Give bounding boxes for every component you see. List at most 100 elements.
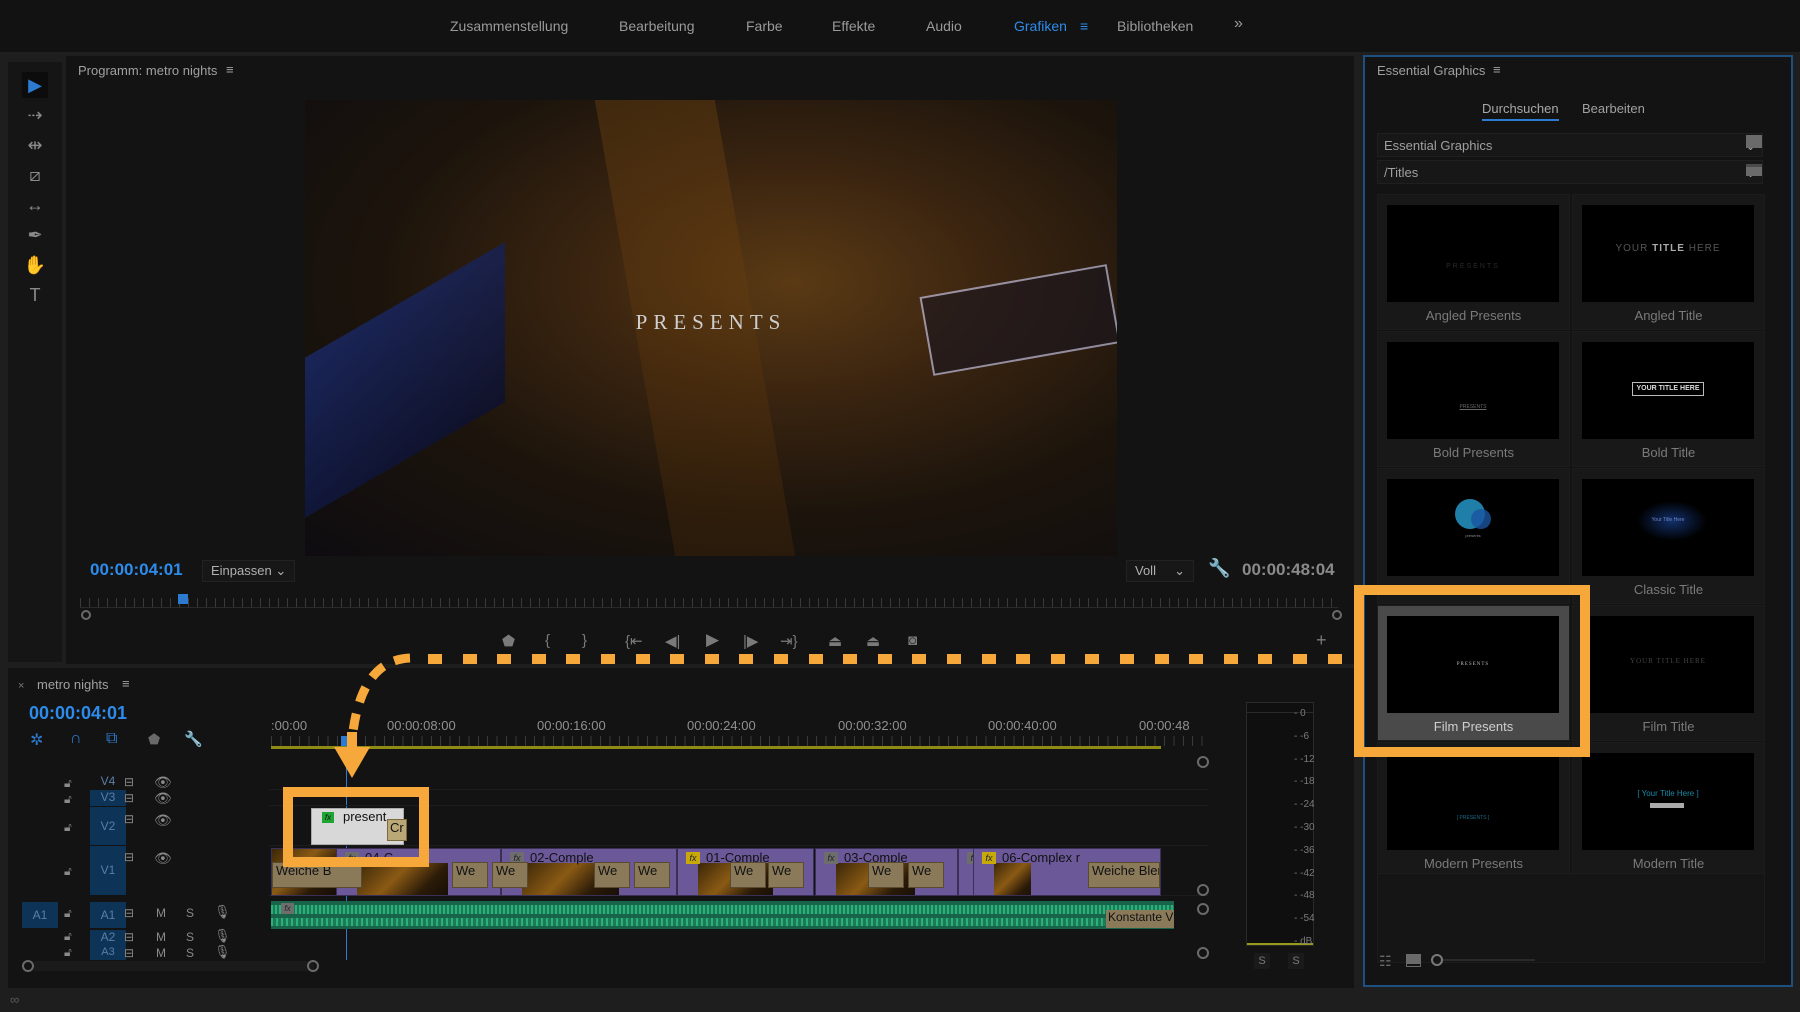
mute-button[interactable]: M xyxy=(156,946,166,960)
add-button-icon[interactable]: + xyxy=(1316,630,1327,651)
sync-lock-icon[interactable]: ⊟ xyxy=(124,850,134,864)
mark-out-icon[interactable]: } xyxy=(582,632,587,649)
add-marker-icon[interactable]: ⬟ xyxy=(502,632,515,650)
grid-view-icon[interactable] xyxy=(1406,954,1421,967)
template-card-modern-presents[interactable]: [ PRESENTS ] Modern Presents xyxy=(1377,742,1570,878)
solo-right-button[interactable]: S xyxy=(1288,953,1304,969)
selection-tool-icon[interactable]: ▶ xyxy=(22,72,48,98)
microphone-icon[interactable]: 🎙︎ xyxy=(214,928,231,944)
transition-dissolve[interactable]: We xyxy=(730,862,766,888)
zoom-handle-right[interactable] xyxy=(1332,610,1342,620)
step-forward-icon[interactable]: |▶ xyxy=(743,632,758,650)
close-icon[interactable]: × xyxy=(18,680,24,692)
source-patch-a1[interactable]: A1 xyxy=(22,902,58,928)
template-card-angled-title[interactable]: YOUR TITLE HERE Angled Title xyxy=(1572,194,1765,330)
track-a2-label[interactable]: A2 xyxy=(90,930,126,946)
program-time-ruler[interactable] xyxy=(80,598,1338,608)
pen-tool-icon[interactable]: ✒ xyxy=(22,222,48,248)
timeline-horizontal-scrollbar[interactable] xyxy=(34,961,314,971)
linked-selection-icon[interactable]: ⧉ xyxy=(106,730,117,748)
mute-button[interactable]: M xyxy=(156,906,166,920)
solo-button[interactable]: S xyxy=(186,946,194,960)
transition-dissolve[interactable]: We xyxy=(634,862,670,888)
extract-icon[interactable]: ⏏ xyxy=(866,632,880,650)
lock-icon[interactable]: 🔓︎ xyxy=(64,864,72,879)
lock-icon[interactable]: 🔓︎ xyxy=(64,929,72,944)
sync-lock-icon[interactable]: ⊟ xyxy=(124,906,134,920)
program-timecode-current[interactable]: 00:00:04:01 xyxy=(90,560,183,580)
eye-icon[interactable]: 👁︎ xyxy=(154,790,172,807)
workspace-tab-bearbeitung[interactable]: Bearbeitung xyxy=(619,18,695,34)
track-select-tool-icon[interactable]: ⇢ xyxy=(22,102,48,128)
timeline-timecode[interactable]: 00:00:04:01 xyxy=(29,703,127,724)
panel-menu-icon[interactable]: ≡ xyxy=(1493,62,1501,77)
template-card-angled-presents[interactable]: PRESENTS Angled Presents xyxy=(1377,194,1570,330)
sync-lock-icon[interactable]: ⊟ xyxy=(124,812,134,826)
eye-icon[interactable]: 👁︎ xyxy=(154,850,172,867)
sequence-tab[interactable]: metro nights xyxy=(37,677,109,692)
lock-icon[interactable]: 🔓︎ xyxy=(64,776,72,791)
template-card-bold-title[interactable]: YOUR TITLE HERE Bold Title xyxy=(1572,331,1765,467)
folder-icon[interactable] xyxy=(1746,164,1762,176)
zoom-handle-left[interactable] xyxy=(81,610,91,620)
track-a1-label[interactable]: A1 xyxy=(90,902,126,928)
slip-tool-icon[interactable]: ↔ xyxy=(22,192,48,218)
solo-left-button[interactable]: S xyxy=(1254,953,1270,969)
workspace-tab-zusammenstellung[interactable]: Zusammenstellung xyxy=(450,18,568,34)
track-v3-label[interactable]: V3 xyxy=(90,790,126,806)
hand-tool-icon[interactable]: ✋ xyxy=(22,252,48,278)
transition-dissolve[interactable]: Weiche Blen xyxy=(1088,862,1160,888)
sync-lock-icon[interactable]: ⊟ xyxy=(124,930,134,944)
play-icon[interactable]: ▶ xyxy=(706,630,719,650)
double-chevron-right-icon[interactable]: » xyxy=(1234,15,1243,33)
workspace-tab-grafiken[interactable]: Grafiken xyxy=(1014,18,1067,34)
lock-icon[interactable]: 🔓︎ xyxy=(64,945,72,960)
mark-in-icon[interactable]: { xyxy=(545,632,550,649)
program-video-frame[interactable]: PRESENTS xyxy=(305,100,1117,556)
zoom-level-select[interactable]: Einpassen ⌄ xyxy=(202,560,296,582)
scroll-handle-right[interactable] xyxy=(307,960,319,972)
program-playhead[interactable] xyxy=(178,594,188,604)
import-template-icon[interactable] xyxy=(1746,135,1762,148)
creative-cloud-sync-icon[interactable]: ∞ xyxy=(10,992,19,1007)
snap-magnet-icon[interactable]: ∩ xyxy=(70,730,82,748)
workspace-tab-farbe[interactable]: Farbe xyxy=(746,18,783,34)
audio-scroll-handle-bottom[interactable] xyxy=(1197,947,1209,959)
template-card-bold-presents[interactable]: PRESENTS Bold Presents xyxy=(1377,331,1570,467)
transition-dissolve[interactable]: We xyxy=(868,862,904,888)
resolution-select[interactable]: Voll ⌄ xyxy=(1126,560,1194,582)
source-select[interactable]: Essential Graphics⌄ xyxy=(1377,133,1763,157)
nest-toggle-icon[interactable]: ✲ xyxy=(30,730,43,750)
thumbnail-size-slider[interactable] xyxy=(1443,959,1535,961)
lock-icon[interactable]: 🔓︎ xyxy=(64,792,72,807)
lock-icon[interactable]: 🔓︎ xyxy=(64,906,72,921)
mute-button[interactable]: M xyxy=(156,930,166,944)
video-scroll-handle-top[interactable] xyxy=(1197,756,1209,768)
ripple-edit-tool-icon[interactable]: ⇹ xyxy=(22,132,48,158)
track-a3-label[interactable]: A3 xyxy=(90,946,126,960)
lift-icon[interactable]: ⏏ xyxy=(828,632,842,650)
sync-lock-icon[interactable]: ⊟ xyxy=(124,791,134,805)
solo-button[interactable]: S xyxy=(186,906,194,920)
track-v2-label[interactable]: V2 xyxy=(90,807,126,845)
go-to-in-icon[interactable]: {⇤ xyxy=(625,632,643,650)
razor-tool-icon[interactable]: ⧄ xyxy=(22,162,48,188)
eye-icon[interactable]: 👁︎ xyxy=(154,774,172,791)
scroll-handle-left[interactable] xyxy=(22,960,34,972)
type-tool-icon[interactable]: T xyxy=(22,282,48,308)
workspace-tab-effekte[interactable]: Effekte xyxy=(832,18,875,34)
transition-dissolve[interactable]: We xyxy=(908,862,944,888)
step-back-icon[interactable]: ◀| xyxy=(665,632,680,650)
hamburger-icon[interactable]: ≡ xyxy=(1080,18,1088,34)
export-frame-icon[interactable]: ◙ xyxy=(908,632,917,649)
audio-scroll-handle-top[interactable] xyxy=(1197,903,1209,915)
tab-durchsuchen[interactable]: Durchsuchen xyxy=(1482,101,1559,121)
track-v1-label[interactable]: V1 xyxy=(90,846,126,895)
video-scroll-handle-bottom[interactable] xyxy=(1197,884,1209,896)
sync-lock-icon[interactable]: ⊟ xyxy=(124,775,134,789)
microphone-icon[interactable]: 🎙︎ xyxy=(214,904,231,920)
sync-lock-icon[interactable]: ⊟ xyxy=(124,946,134,960)
wrench-icon[interactable]: 🔧 xyxy=(1208,558,1230,579)
eye-icon[interactable]: 👁︎ xyxy=(154,812,172,829)
template-card-modern-title[interactable]: [ Your Title Here ] Modern Title xyxy=(1572,742,1765,878)
